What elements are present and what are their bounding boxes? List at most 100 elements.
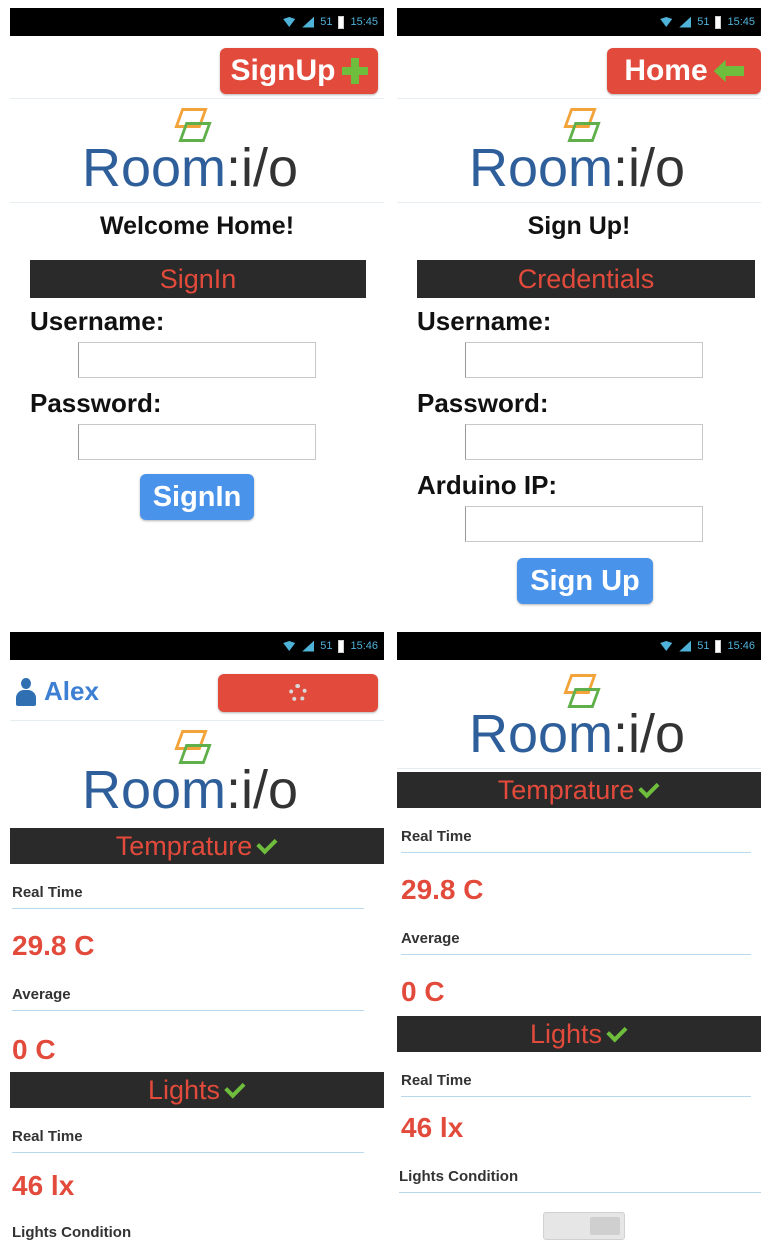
temp-average-value: 0 C xyxy=(401,976,445,1007)
field-underline xyxy=(401,954,751,955)
password-label: Password: xyxy=(30,388,162,418)
signin-section-bar: SignIn xyxy=(30,260,366,298)
temp-real-time-value: 29.8 C xyxy=(401,874,484,905)
section-title: SignIn xyxy=(159,263,237,294)
user-name[interactable]: Alex xyxy=(44,676,99,707)
password-field[interactable] xyxy=(78,424,319,461)
arduino-ip-input[interactable] xyxy=(466,507,706,543)
username-field[interactable] xyxy=(465,342,706,379)
signup-button-label: Sign Up xyxy=(530,564,640,597)
signup-header-button[interactable]: SignUp xyxy=(220,48,378,94)
status-bar: 51 15:45 xyxy=(10,8,384,36)
logo: Room:i/o xyxy=(10,728,384,828)
section-title: Lights xyxy=(529,1018,603,1049)
home-header-button[interactable]: Home xyxy=(607,48,761,94)
field-underline xyxy=(12,1152,364,1153)
section-title: Lights xyxy=(147,1074,221,1105)
logo-room: Room xyxy=(469,704,614,764)
logo-mark-icon xyxy=(563,106,601,142)
username-input[interactable] xyxy=(79,343,319,379)
page-title: Sign Up! xyxy=(527,212,631,240)
wifi-icon xyxy=(659,641,673,651)
dashboard-screen: 51 15:46 Alex Room:i/o Temprature Real T… xyxy=(10,632,384,1249)
logo-mark-icon xyxy=(563,672,601,708)
logo-mark-icon xyxy=(174,106,212,142)
signal-icon xyxy=(679,17,691,28)
logo-io: :i/o xyxy=(226,760,299,820)
signal-icon xyxy=(679,641,691,652)
signal-icon xyxy=(302,17,314,28)
signal-text: 51 xyxy=(697,16,710,28)
logo-mark-icon xyxy=(174,728,212,764)
arduino-ip-label: Arduino IP: xyxy=(417,470,558,500)
lights-condition-label: Lights Condition xyxy=(399,1168,519,1185)
temperature-section-bar: Temprature xyxy=(10,828,384,864)
average-label: Average xyxy=(12,986,71,1003)
home-header-label: Home xyxy=(624,54,708,87)
logo: Room:i/o xyxy=(397,106,761,206)
battery-icon xyxy=(338,15,345,29)
status-bar: 51 15:46 xyxy=(10,632,384,660)
signup-button[interactable]: Sign Up xyxy=(517,558,653,604)
divider xyxy=(397,768,761,769)
lights-real-time-value: 46 lx xyxy=(401,1112,464,1143)
page-title: Welcome Home! xyxy=(99,212,295,240)
average-label: Average xyxy=(401,930,460,947)
logo-room: Room xyxy=(469,138,614,198)
lights-real-time-label: Real Time xyxy=(12,1128,83,1145)
password-label: Password: xyxy=(417,388,549,418)
signal-text: 51 xyxy=(320,16,333,28)
username-label: Username: xyxy=(30,306,165,336)
check-icon xyxy=(224,1077,246,1099)
lights-real-time-label: Real Time xyxy=(401,1072,472,1089)
logo-io: :i/o xyxy=(226,138,299,198)
password-input[interactable] xyxy=(79,425,319,461)
back-arrow-icon xyxy=(714,60,744,82)
logo-room: Room xyxy=(82,760,227,820)
temperature-section-bar: Temprature xyxy=(397,772,761,808)
clock: 15:45 xyxy=(727,16,755,28)
field-underline xyxy=(12,908,364,909)
signal-text: 51 xyxy=(320,640,333,652)
divider xyxy=(397,202,761,203)
gear-icon xyxy=(289,684,307,702)
lights-condition-toggle[interactable] xyxy=(543,1212,625,1240)
plus-icon xyxy=(341,58,368,84)
password-field[interactable] xyxy=(465,424,706,461)
signin-button[interactable]: SignIn xyxy=(140,474,254,520)
wifi-icon xyxy=(282,17,296,27)
signal-text: 51 xyxy=(697,640,710,652)
logo-room: Room xyxy=(82,138,227,198)
divider xyxy=(10,202,384,203)
arduino-ip-field[interactable] xyxy=(465,506,706,543)
lights-section-bar: Lights xyxy=(10,1072,384,1108)
check-icon xyxy=(606,1021,628,1043)
password-input[interactable] xyxy=(466,425,706,461)
username-label: Username: xyxy=(417,306,552,336)
toggle-knob[interactable] xyxy=(590,1217,620,1235)
battery-icon xyxy=(338,639,345,653)
battery-icon xyxy=(715,639,722,653)
settings-button[interactable] xyxy=(218,674,378,712)
real-time-label: Real Time xyxy=(401,828,472,845)
divider xyxy=(10,98,384,99)
check-icon xyxy=(256,833,278,855)
lights-section-bar: Lights xyxy=(397,1016,761,1052)
username-input[interactable] xyxy=(466,343,706,379)
clock: 15:46 xyxy=(350,640,378,652)
logo: Room:i/o xyxy=(10,106,384,206)
field-underline xyxy=(12,1010,364,1011)
wifi-icon xyxy=(282,641,296,651)
dashboard-scrolled-screen: 51 15:46 Room:i/o Temprature Real Time 2… xyxy=(397,632,761,1249)
clock: 15:46 xyxy=(727,640,755,652)
check-icon xyxy=(638,777,660,799)
signup-header-label: SignUp xyxy=(230,54,336,87)
lights-real-time-value: 46 lx xyxy=(12,1170,75,1201)
real-time-label: Real Time xyxy=(12,884,83,901)
username-field[interactable] xyxy=(78,342,319,379)
credentials-section-bar: Credentials xyxy=(417,260,755,298)
wifi-icon xyxy=(659,17,673,27)
lights-condition-label: Lights Condition xyxy=(12,1224,132,1241)
section-title: Temprature xyxy=(115,830,253,861)
field-underline xyxy=(399,1192,761,1193)
